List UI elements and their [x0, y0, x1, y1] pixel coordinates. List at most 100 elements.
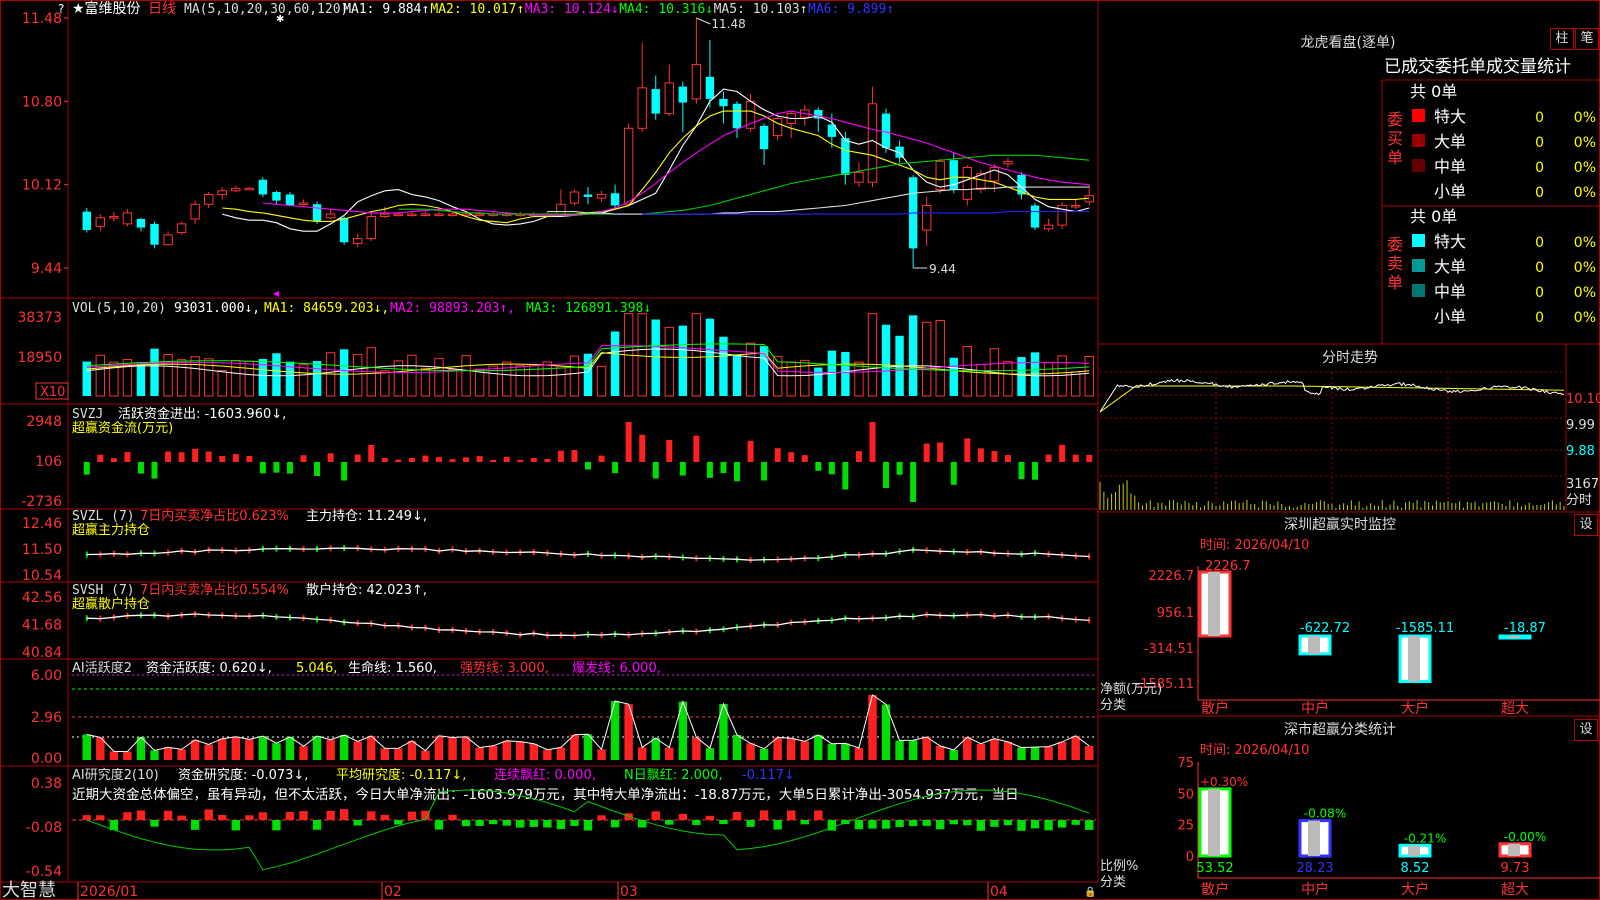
activity-bar[interactable]	[448, 737, 457, 760]
candle[interactable]	[691, 18, 702, 104]
candle[interactable]	[583, 187, 593, 205]
money-flow-bar[interactable]	[652, 462, 659, 479]
activity-bar[interactable]	[976, 743, 986, 760]
money-flow-bar[interactable]	[1086, 454, 1093, 462]
activity-bar[interactable]	[502, 740, 511, 760]
volume-bar[interactable]	[434, 357, 444, 397]
candle[interactable]	[1043, 218, 1054, 232]
volume-bar[interactable]	[719, 336, 728, 396]
volume-bar[interactable]	[732, 354, 742, 396]
candle[interactable]	[231, 185, 241, 193]
money-flow-bar[interactable]	[747, 440, 754, 462]
candle[interactable]	[325, 209, 336, 219]
research-bar[interactable]	[204, 809, 213, 820]
money-flow-bar[interactable]	[571, 450, 578, 462]
column-mode-button[interactable]: 柱	[1550, 28, 1574, 50]
activity-bar[interactable]	[800, 741, 809, 760]
research-bar[interactable]	[312, 820, 322, 830]
candle[interactable]	[82, 207, 91, 233]
volume-bar[interactable]	[881, 324, 891, 396]
class-bar-1[interactable]: -0.08% 28.23	[1296, 807, 1346, 876]
volume-bar[interactable]	[1003, 361, 1013, 397]
activity-bar[interactable]	[312, 736, 322, 760]
volume-bar[interactable]	[244, 360, 255, 397]
activity-bar[interactable]	[665, 747, 674, 760]
volume-bar[interactable]	[569, 355, 580, 397]
volume-bar[interactable]	[298, 364, 309, 397]
research-bar[interactable]	[448, 814, 457, 820]
activity-bar[interactable]	[1003, 741, 1013, 760]
research-bar[interactable]	[678, 813, 688, 820]
volume-panel[interactable]: VOL(5,10,20) 93031.000↓, MA1: 84659.203↓, M…	[17, 301, 1094, 400]
money-flow-bar[interactable]	[517, 459, 524, 462]
money-flow-bar[interactable]	[368, 444, 375, 462]
ai-activity-panel[interactable]: AI活跃度2 资金活跃度: 0.620↓, 5.046, 生命线: 1.560, 强势线…	[31, 660, 1096, 767]
activity-bar[interactable]	[1057, 741, 1067, 760]
research-bar[interactable]	[773, 820, 782, 830]
money-flow-bar[interactable]	[828, 462, 835, 475]
volume-bar[interactable]	[583, 353, 593, 396]
money-flow-bar[interactable]	[110, 458, 117, 462]
candle[interactable]	[1057, 201, 1067, 229]
volume-bar[interactable]	[203, 358, 214, 397]
money-flow-bar[interactable]	[666, 439, 673, 462]
research-bar[interactable]	[299, 811, 308, 820]
research-bar[interactable]	[245, 815, 254, 820]
candle[interactable]	[217, 187, 227, 200]
research-bar[interactable]	[407, 811, 417, 820]
candle[interactable]	[867, 86, 878, 188]
volume-bar[interactable]	[949, 357, 958, 396]
money-flow-bar[interactable]	[557, 450, 564, 462]
activity-bar[interactable]	[637, 747, 647, 760]
money-flow-bar[interactable]	[341, 462, 348, 481]
money-flow-bar[interactable]	[734, 462, 741, 482]
activity-bar[interactable]	[949, 749, 958, 760]
volume-bar[interactable]	[596, 365, 607, 397]
money-flow-bar[interactable]	[300, 455, 307, 462]
candle[interactable]	[786, 111, 796, 139]
research-bar[interactable]	[1071, 820, 1080, 825]
research-bar[interactable]	[610, 820, 620, 828]
volume-bar[interactable]	[867, 313, 878, 397]
money-flow-bar[interactable]	[1004, 454, 1011, 462]
money-flow-bar[interactable]	[422, 455, 429, 462]
volume-bar[interactable]	[353, 353, 363, 397]
money-flow-bar[interactable]	[381, 458, 388, 462]
class-bar-0[interactable]: +0.30% 53.52	[1196, 775, 1248, 876]
activity-bar[interactable]	[732, 734, 742, 760]
activity-bar[interactable]	[407, 740, 417, 760]
money-flow-bar[interactable]	[612, 462, 619, 474]
candle[interactable]	[610, 184, 620, 208]
money-flow-bar[interactable]	[964, 438, 971, 462]
research-bar[interactable]	[719, 820, 728, 825]
research-bar[interactable]	[570, 820, 579, 826]
money-flow-bar[interactable]	[503, 456, 510, 462]
research-bar[interactable]	[814, 810, 823, 820]
candle[interactable]	[921, 196, 932, 246]
money-flow-bar[interactable]	[598, 455, 605, 462]
candle[interactable]	[136, 217, 146, 232]
money-flow-bar[interactable]	[950, 462, 957, 485]
volume-bar[interactable]	[461, 355, 471, 397]
activity-bar[interactable]	[367, 735, 376, 760]
activity-bar[interactable]	[150, 750, 159, 760]
volume-bar[interactable]	[312, 361, 322, 396]
class-stat-settings-button[interactable]: 设	[1574, 719, 1598, 741]
volume-bar[interactable]	[841, 351, 850, 396]
money-flow-bar[interactable]	[192, 448, 199, 462]
money-flow-bar[interactable]	[761, 462, 768, 481]
research-bar[interactable]	[529, 820, 539, 827]
candle[interactable]	[258, 177, 268, 197]
candle[interactable]	[556, 189, 566, 217]
research-bar[interactable]	[339, 809, 349, 820]
money-flow-bar[interactable]	[476, 456, 483, 462]
sz-bar-2[interactable]: -1585.11	[1396, 621, 1454, 684]
candle[interactable]	[637, 42, 647, 132]
activity-bar[interactable]	[651, 738, 660, 760]
money-flow-bar[interactable]	[178, 452, 185, 462]
activity-bar[interactable]	[990, 738, 999, 760]
class-bar-2[interactable]: -0.21% 8.52	[1398, 831, 1446, 876]
money-flow-bar[interactable]	[1018, 462, 1025, 480]
activity-bar[interactable]	[705, 748, 715, 760]
volume-bar[interactable]	[705, 318, 715, 396]
